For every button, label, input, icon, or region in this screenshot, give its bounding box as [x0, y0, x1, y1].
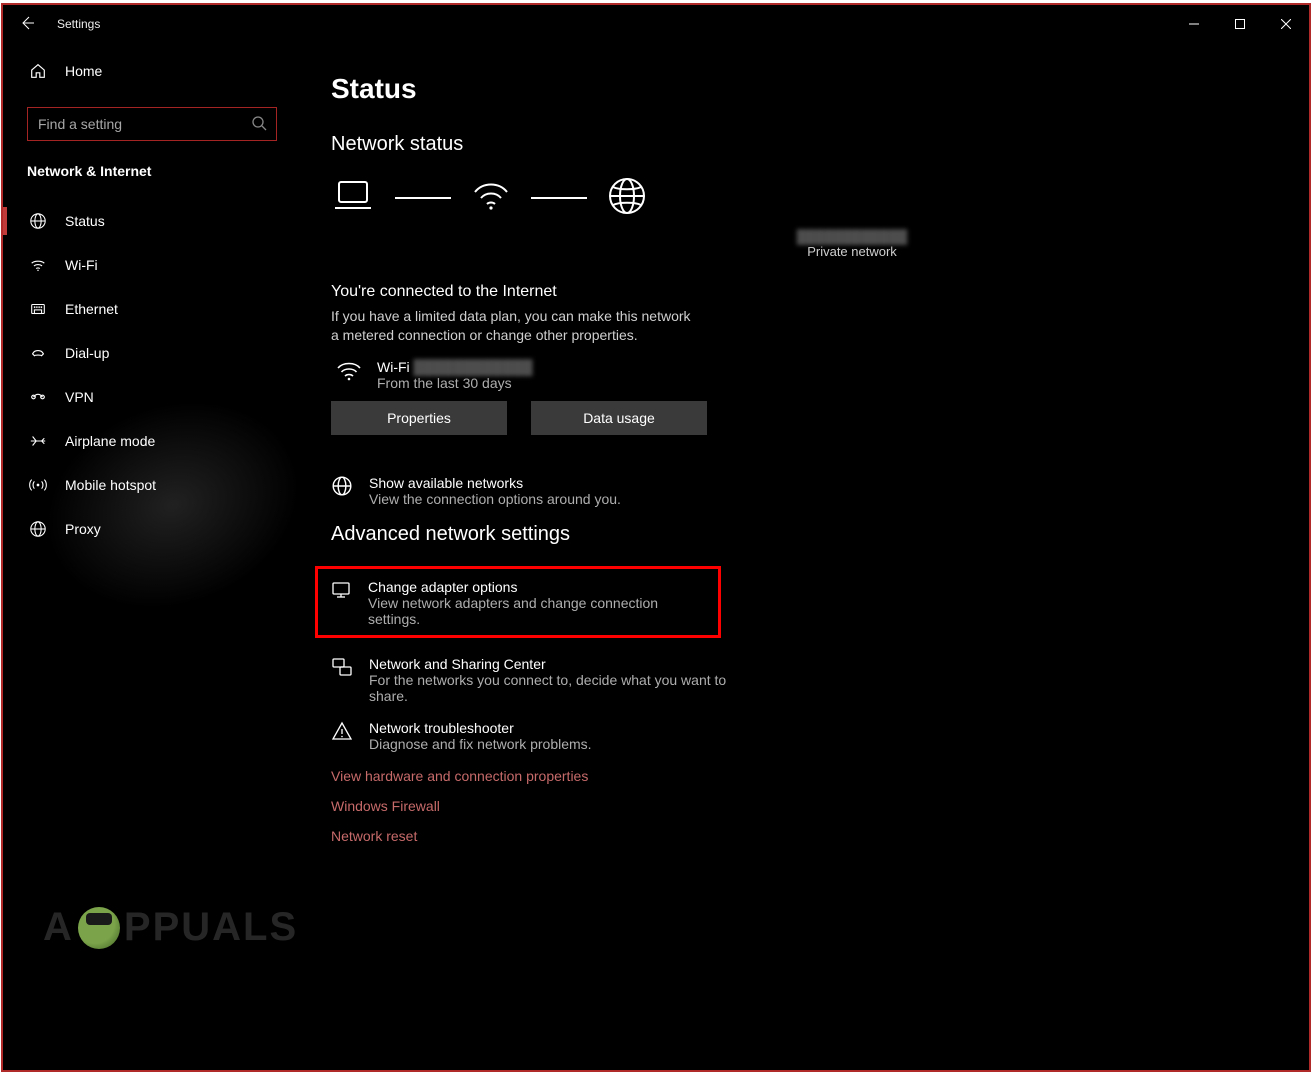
sidebar-item-proxy[interactable]: Proxy — [3, 507, 301, 551]
link-windows-firewall[interactable]: Windows Firewall — [331, 798, 1309, 814]
wifi-subtext: From the last 30 days — [377, 375, 533, 391]
sidebar-item-status[interactable]: Status — [3, 199, 301, 243]
globe-icon — [27, 212, 49, 230]
titlebar-left: Settings — [9, 15, 100, 34]
sidebar-item-label: Proxy — [65, 521, 101, 537]
ethernet-icon — [27, 300, 49, 318]
network-name-blurred: ████████████ — [395, 229, 1309, 244]
sidebar-item-hotspot[interactable]: Mobile hotspot — [3, 463, 301, 507]
sidebar-item-label: Mobile hotspot — [65, 477, 156, 493]
wifi-text: Wi-Fi ████████████ From the last 30 days — [377, 359, 533, 391]
close-button[interactable] — [1263, 5, 1309, 43]
change-adapter-options[interactable]: Change adapter options View network adap… — [330, 579, 706, 627]
minimize-button[interactable] — [1171, 5, 1217, 43]
diagram-line — [531, 197, 587, 200]
show-available-networks[interactable]: Show available networks View the connect… — [331, 475, 751, 507]
sidebar-item-ethernet[interactable]: Ethernet — [3, 287, 301, 331]
search-icon — [251, 115, 267, 136]
category-label: Network & Internet — [3, 161, 301, 189]
wifi-icon — [27, 256, 49, 274]
proxy-icon — [27, 520, 49, 538]
sidebar-item-label: Airplane mode — [65, 433, 155, 449]
sharing-title: Network and Sharing Center — [369, 656, 751, 672]
network-diagram — [331, 176, 1309, 221]
search-wrap — [27, 107, 277, 141]
sidebar: Home Network & Internet Status — [3, 43, 301, 1070]
sharing-icon — [331, 656, 353, 683]
hotspot-icon — [27, 476, 49, 494]
network-troubleshooter[interactable]: Network troubleshooter Diagnose and fix … — [331, 720, 751, 752]
troubleshoot-desc: Diagnose and fix network problems. — [369, 736, 592, 752]
window-controls — [1171, 5, 1309, 43]
warning-icon — [331, 720, 353, 747]
airplane-icon — [27, 432, 49, 450]
adapter-icon — [330, 579, 352, 606]
page-title: Status — [331, 73, 1309, 105]
connected-title: You're connected to the Internet — [331, 283, 1309, 301]
sidebar-item-label: Status — [65, 213, 105, 229]
sharing-desc: For the networks you connect to, decide … — [369, 672, 751, 704]
home-icon — [27, 62, 49, 80]
home-label: Home — [65, 63, 102, 79]
watermark-logo-icon — [78, 907, 120, 949]
wifi-ssid-blurred: ████████████ — [414, 359, 533, 375]
globe-icon — [331, 475, 353, 502]
wifi-diagram-icon — [471, 178, 511, 219]
network-status-heading: Network status — [331, 133, 1309, 156]
wifi-row: Wi-Fi ████████████ From the last 30 days — [331, 359, 1309, 391]
troubleshoot-title: Network troubleshooter — [369, 720, 592, 736]
sidebar-item-label: Ethernet — [65, 301, 118, 317]
network-type-label: Private network — [395, 244, 1309, 259]
laptop-icon — [331, 178, 375, 219]
sidebar-item-dialup[interactable]: Dial-up — [3, 331, 301, 375]
sidebar-item-airplane[interactable]: Airplane mode — [3, 419, 301, 463]
sidebar-item-wifi[interactable]: Wi-Fi — [3, 243, 301, 287]
advanced-heading: Advanced network settings — [331, 523, 1309, 546]
titlebar: Settings — [3, 5, 1309, 43]
link-network-reset[interactable]: Network reset — [331, 828, 1309, 844]
window-title: Settings — [57, 17, 100, 31]
data-usage-button[interactable]: Data usage — [531, 401, 707, 435]
wifi-icon — [335, 360, 363, 389]
sidebar-item-vpn[interactable]: VPN — [3, 375, 301, 419]
button-row: Properties Data usage — [331, 401, 1309, 435]
sidebar-item-label: VPN — [65, 389, 94, 405]
content: Status Network status ████████████ Priva… — [301, 43, 1309, 1070]
diagram-labels: ████████████ Private network — [395, 229, 1309, 259]
maximize-button[interactable] — [1217, 5, 1263, 43]
properties-button[interactable]: Properties — [331, 401, 507, 435]
wifi-label: Wi-Fi — [377, 359, 410, 375]
back-button[interactable] — [9, 15, 45, 34]
highlight-annotation: Change adapter options View network adap… — [315, 566, 721, 638]
diagram-line — [395, 197, 451, 200]
settings-window: Settings Home — [1, 3, 1311, 1072]
show-available-title: Show available networks — [369, 475, 621, 491]
home-nav[interactable]: Home — [3, 49, 301, 93]
body: Home Network & Internet Status — [3, 43, 1309, 1070]
change-adapter-desc: View network adapters and change connect… — [368, 595, 706, 627]
connected-desc: If you have a limited data plan, you can… — [331, 307, 691, 345]
search-input[interactable] — [27, 107, 277, 141]
dialup-icon — [27, 344, 49, 362]
sidebar-item-label: Wi-Fi — [65, 257, 98, 273]
watermark: APPUALS — [43, 905, 298, 950]
vpn-icon — [27, 388, 49, 406]
show-available-desc: View the connection options around you. — [369, 491, 621, 507]
globe-diagram-icon — [607, 176, 647, 221]
sidebar-item-label: Dial-up — [65, 345, 109, 361]
link-hardware-properties[interactable]: View hardware and connection properties — [331, 768, 1309, 784]
change-adapter-title: Change adapter options — [368, 579, 706, 595]
network-sharing-center[interactable]: Network and Sharing Center For the netwo… — [331, 656, 751, 704]
